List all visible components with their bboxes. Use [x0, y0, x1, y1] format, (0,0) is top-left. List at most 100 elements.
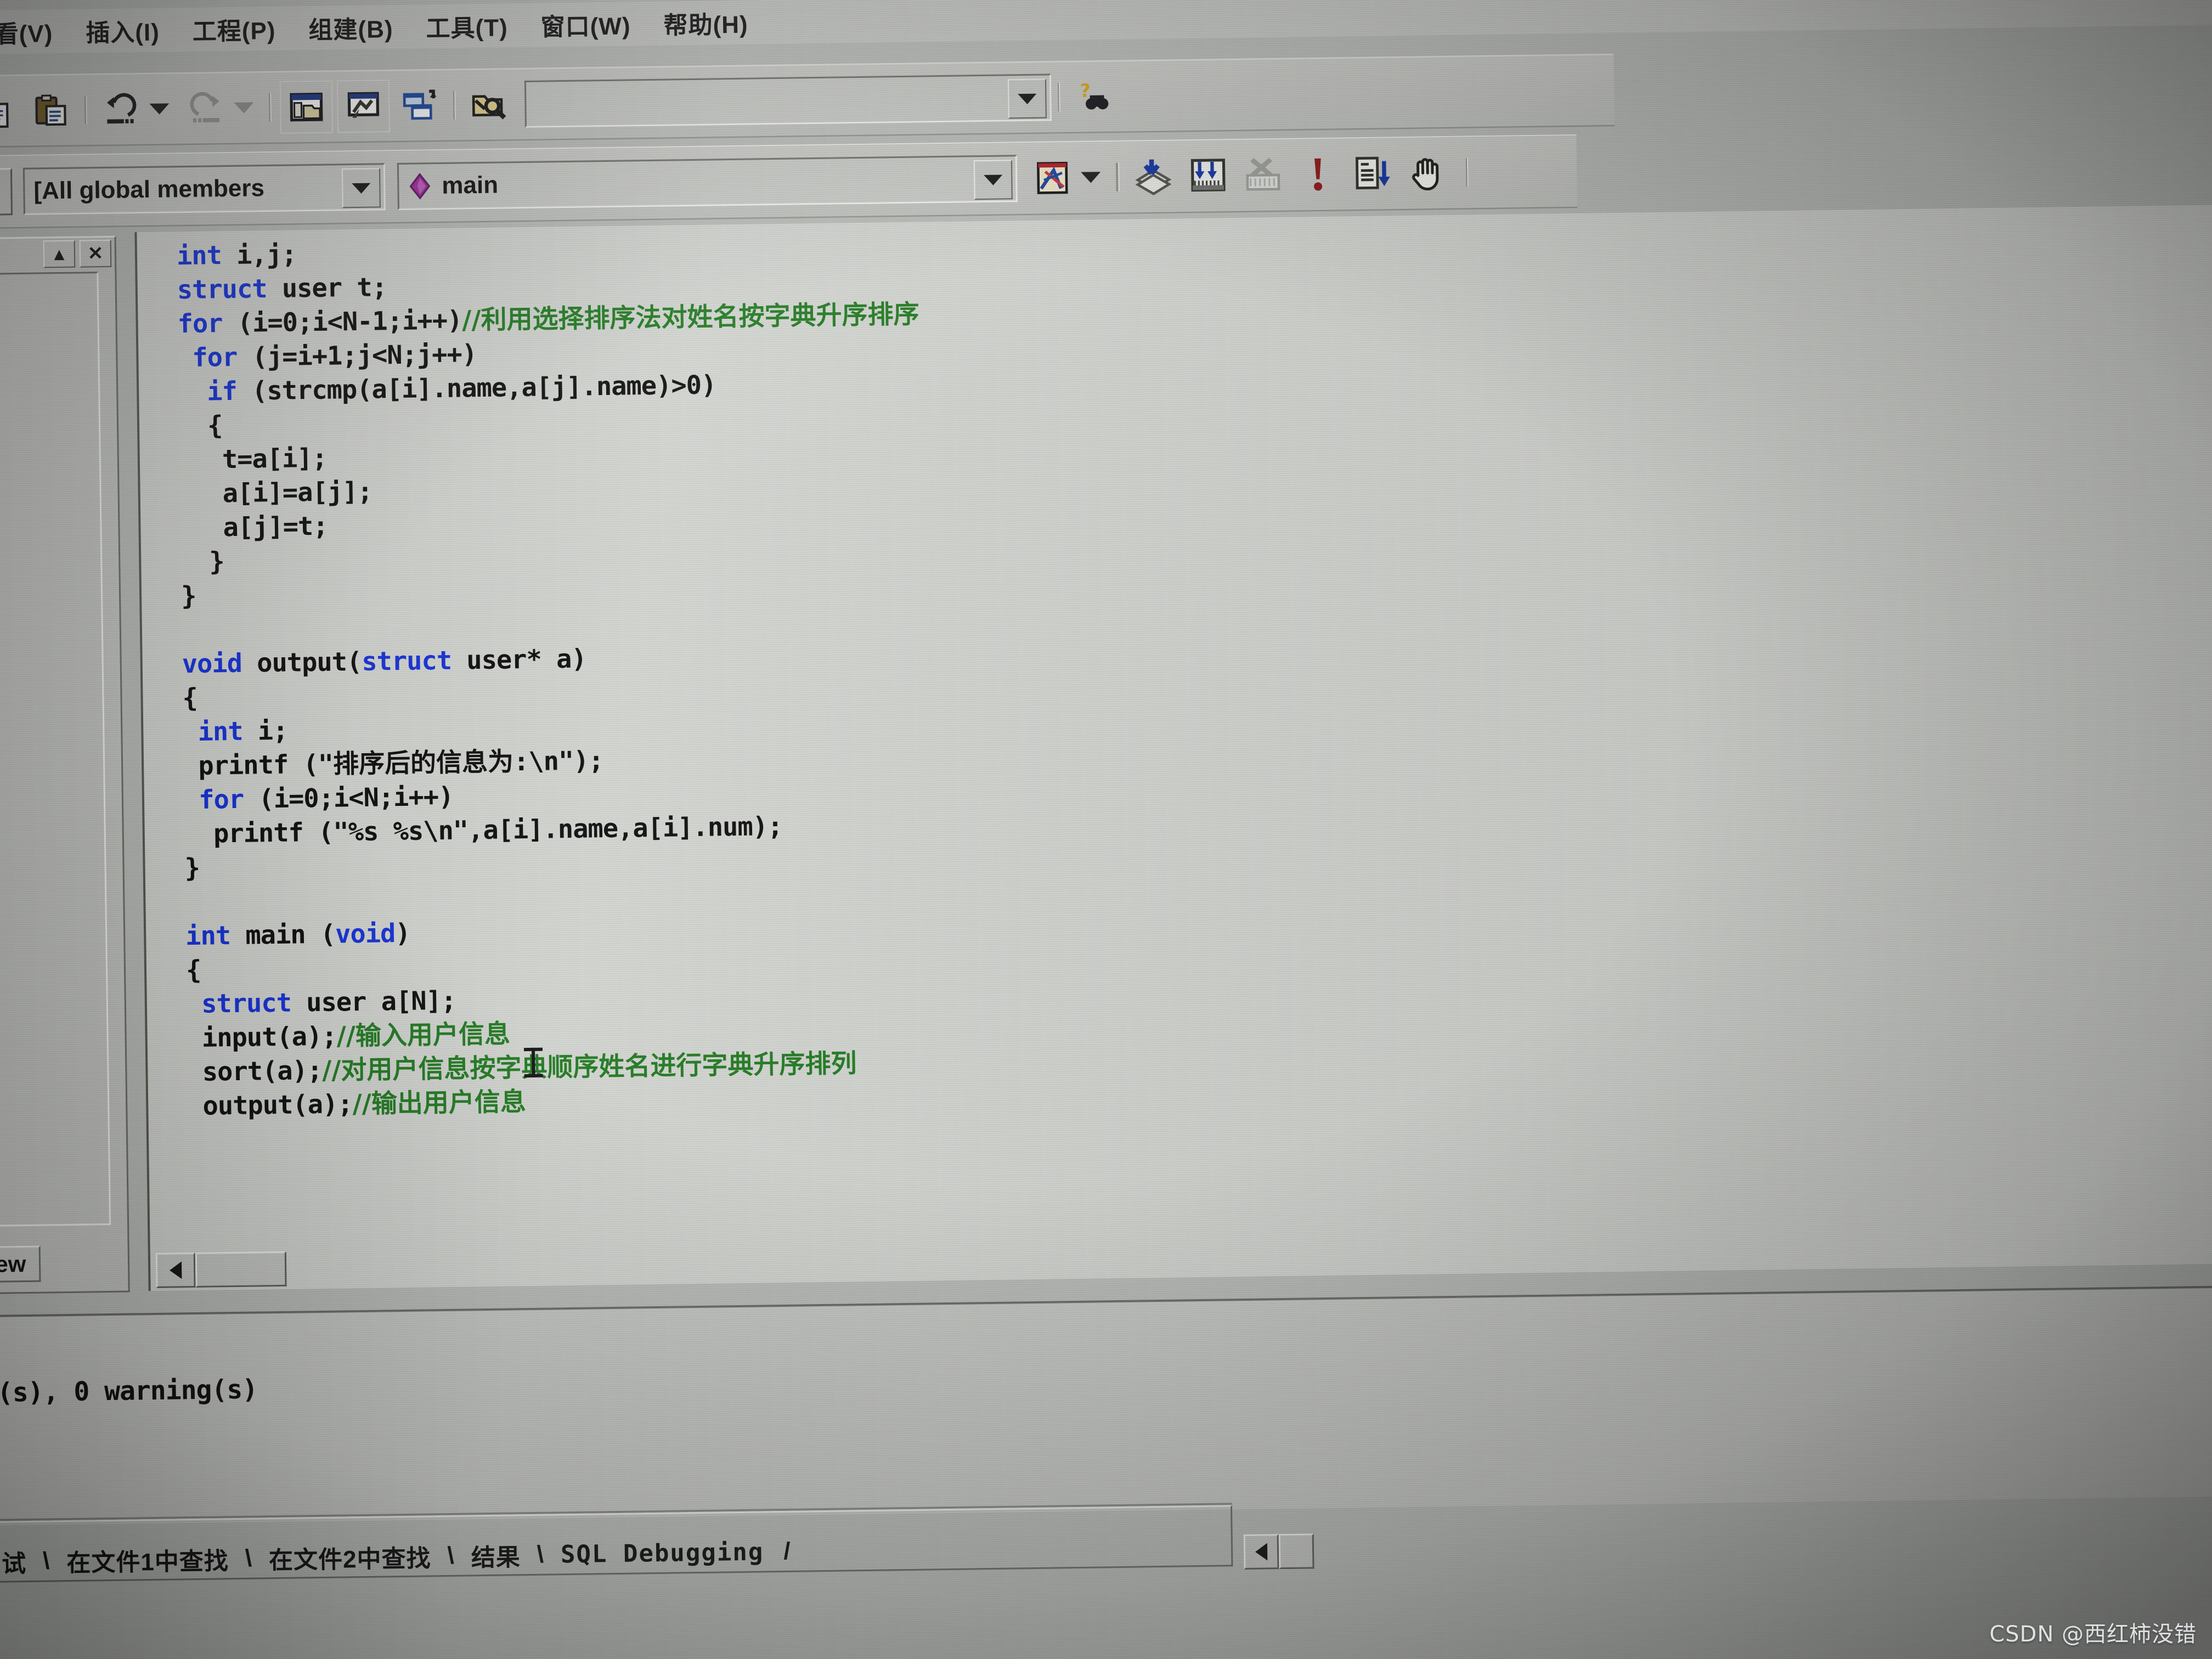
workspace-panel: ▴ ✕ FileView: [0, 235, 130, 1295]
code-keyword: struct: [361, 645, 452, 677]
code-text: (strcmp(a[i].name,a[j].name)>0): [236, 370, 716, 407]
function-combo-dropdown-arrow[interactable]: [973, 160, 1013, 200]
tabstrip-scroll-buttons[interactable]: [1243, 1533, 1316, 1570]
paste-icon[interactable]: [25, 85, 76, 136]
scroll-thumb[interactable]: [195, 1251, 287, 1288]
output-tab-find-in-files-1[interactable]: 在文件1中查找: [52, 1541, 243, 1579]
output-tab-separator: \: [447, 1542, 455, 1570]
code-keyword: if: [206, 376, 238, 407]
tabstrip-scroll-right-button[interactable]: [1278, 1533, 1314, 1570]
code-text: i,j;: [221, 239, 297, 271]
find-in-files-icon[interactable]: [464, 79, 515, 130]
code-keyword: struct: [201, 988, 292, 1019]
code-text: (i=0;i<N-1;i++): [222, 305, 462, 339]
wizardbar-action-icon[interactable]: [1027, 153, 1078, 204]
go-debug-icon[interactable]: [1347, 148, 1398, 199]
minimize-icon[interactable]: ▴: [43, 240, 76, 268]
toolbar-separator-2: [269, 93, 272, 122]
wizardbar-dropdown-arrow[interactable]: [1081, 172, 1101, 183]
code-editor-text[interactable]: int i,j; struct user t; for (i=0;i<N-1;i++…: [137, 205, 2212, 1258]
code-keyword: void: [182, 648, 242, 680]
workspace-tree[interactable]: [0, 272, 111, 1228]
code-text: user t;: [267, 272, 387, 304]
vc6-ide-window: 查看(V) 插入(I) 工程(P) 组建(B) 工具(T) 窗口(W) 帮助(H…: [0, 0, 2212, 1659]
redo-icon[interactable]: [180, 83, 231, 134]
text-cursor-icon: [531, 1047, 535, 1077]
class-combo-dropdown-arrow[interactable]: [0, 168, 13, 216]
code-keyword: struct: [177, 274, 267, 306]
window-list-icon[interactable]: [394, 80, 445, 131]
workspace-tabs: FileView: [0, 1245, 41, 1284]
code-text: main (: [230, 919, 336, 951]
menu-bar: 查看(V) 插入(I) 工程(P) 组建(B) 工具(T) 窗口(W) 帮助(H…: [0, 0, 2212, 55]
close-icon[interactable]: ✕: [79, 239, 112, 268]
find-combo-dropdown-arrow[interactable]: [1007, 78, 1047, 119]
menu-insert[interactable]: 插入(I): [69, 10, 176, 51]
code-text: }: [180, 580, 196, 612]
code-text: printf (": [183, 749, 334, 782]
menu-build[interactable]: 组建(B): [292, 7, 410, 48]
toolbar2-separator-3: [1465, 158, 1469, 187]
code-text: }: [208, 546, 224, 577]
workspace-tab-fileview[interactable]: FileView: [0, 1245, 41, 1284]
code-text: (j=i+1;j<N;j++): [236, 339, 477, 373]
output-pane[interactable]: or(s), 0 warning(s): [0, 1285, 2212, 1526]
code-keyword: void: [335, 918, 396, 950]
code-text: output(a);: [187, 1089, 353, 1122]
function-combo-value: main: [442, 171, 499, 199]
code-keyword: int: [176, 240, 222, 272]
output-tab-debug[interactable]: 试: [0, 1544, 41, 1579]
code-text: sort(a);: [187, 1055, 323, 1088]
workspace-icon[interactable]: [279, 80, 334, 134]
editor-horizontal-scrollbar[interactable]: [155, 1251, 294, 1288]
code-keyword: for: [192, 342, 238, 373]
tabstrip-scroll-left-button[interactable]: [1243, 1534, 1279, 1570]
undo-dropdown-arrow[interactable]: [149, 103, 170, 115]
code-editor[interactable]: int i,j; struct user t; for (i=0;i<N-1;i++…: [134, 205, 2212, 1291]
svg-text:?: ?: [1080, 80, 1091, 101]
hand-icon[interactable]: [1402, 148, 1453, 199]
copy-icon[interactable]: [0, 86, 21, 137]
toolbar-separator-3: [453, 91, 456, 120]
code-text: {: [207, 410, 223, 441]
output-tab-find-in-files-2[interactable]: 在文件2中查找: [255, 1538, 445, 1576]
code-text: output(: [241, 646, 362, 679]
menu-help[interactable]: 帮助(H): [647, 2, 765, 43]
build-icon[interactable]: [1183, 150, 1234, 201]
code-keyword: int: [198, 716, 243, 747]
code-text: a[j]=t;: [223, 511, 328, 543]
output-tab-separator: \: [42, 1547, 50, 1575]
find-combo[interactable]: [524, 74, 1052, 128]
output-tab-results[interactable]: 结果: [456, 1537, 535, 1573]
code-text: user* a): [451, 644, 587, 676]
code-text: input(a);: [187, 1021, 337, 1054]
code-comment: //输入用户信息: [336, 1019, 511, 1052]
output-tab-sql-debugging[interactable]: SQL Debugging: [546, 1538, 778, 1569]
member-function-icon: [408, 173, 432, 200]
members-combo-value: [All global members: [33, 174, 265, 205]
toolbar2-separator-2: [1116, 162, 1120, 191]
undo-icon[interactable]: [95, 84, 146, 135]
compile-icon[interactable]: [1128, 151, 1179, 202]
output-tab-trailing-separator: /: [783, 1537, 791, 1565]
scroll-left-button[interactable]: [155, 1252, 196, 1288]
members-combo[interactable]: [All global members: [22, 163, 386, 215]
execute-icon[interactable]: [1293, 149, 1344, 200]
output-window-icon[interactable]: [336, 80, 391, 133]
function-combo[interactable]: main: [397, 155, 1018, 210]
code-keyword: for: [198, 784, 244, 815]
members-combo-dropdown-arrow[interactable]: [341, 168, 381, 208]
search-help-icon[interactable]: ?: [1069, 71, 1120, 122]
code-comment: //输出用户信息: [352, 1087, 527, 1120]
code-text: printf ("%s %s\n",a[i].name,a[i].num);: [198, 811, 783, 849]
menu-tools[interactable]: 工具(T): [409, 5, 524, 47]
menu-view[interactable]: 查看(V): [0, 12, 70, 53]
output-tab-separator: \: [537, 1541, 545, 1568]
wizardbar-toolbar: [All global members main: [0, 134, 1578, 229]
menu-project[interactable]: 工程(P): [176, 8, 292, 49]
code-text: :\n");: [513, 746, 604, 777]
redo-dropdown-arrow[interactable]: [234, 102, 254, 114]
menu-window[interactable]: 窗口(W): [524, 4, 647, 45]
